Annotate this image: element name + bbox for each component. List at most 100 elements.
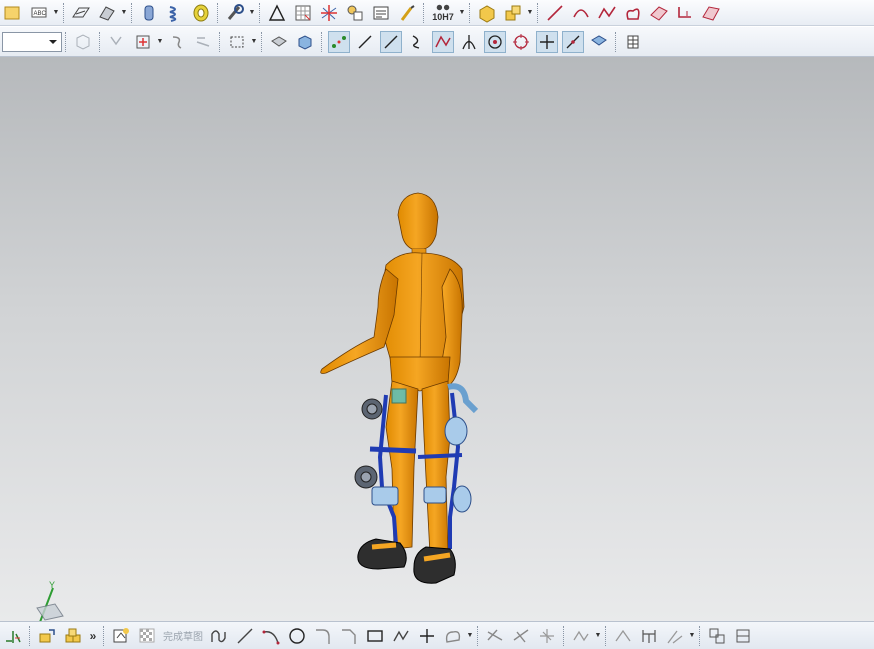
angular-dimension-icon[interactable] [664, 625, 686, 647]
mirror-curve-icon[interactable] [612, 625, 634, 647]
toolbar-separator [217, 2, 219, 23]
assembly-filter-icon[interactable] [72, 31, 94, 53]
dropdown-arrow-icon[interactable]: ▼ [466, 632, 474, 639]
toolbar-separator [63, 2, 65, 23]
toolbar-separator [219, 31, 221, 52]
project-curve-icon[interactable] [674, 2, 696, 24]
snap-quadrant-icon[interactable] [510, 31, 532, 53]
assembly-tool-icon[interactable] [224, 2, 246, 24]
polyline-icon[interactable] [596, 2, 618, 24]
dropdown-arrow-icon[interactable]: ▼ [526, 9, 534, 16]
toolbar-separator [605, 625, 607, 646]
type-filter-select[interactable] [2, 31, 62, 52]
component-array-icon[interactable] [62, 625, 84, 647]
dropdown-arrow-icon[interactable]: ▼ [120, 9, 128, 16]
make-corner-icon[interactable] [536, 625, 558, 647]
snap-endpoint-icon[interactable] [328, 30, 350, 53]
sketch-point-icon[interactable] [416, 625, 438, 647]
snap-point-on-curve-icon[interactable] [562, 30, 584, 53]
selection-toolbar: ▼ ▼ [0, 27, 874, 57]
dropdown-arrow-icon[interactable]: ▼ [248, 9, 256, 16]
component-icon[interactable] [476, 2, 498, 24]
point-set-icon[interactable] [318, 2, 340, 24]
sketch-icon[interactable] [2, 2, 24, 24]
grid-table-icon[interactable] [292, 2, 314, 24]
quick-trim-icon[interactable] [484, 625, 506, 647]
extrude-icon[interactable] [70, 2, 92, 24]
shapes-icon[interactable] [344, 2, 366, 24]
body-filter-icon[interactable] [268, 31, 290, 53]
toolbar-separator [563, 625, 565, 646]
text-annotation-icon[interactable]: ABC [28, 2, 50, 24]
snap-surface-icon[interactable] [588, 31, 610, 53]
snap-point-icon[interactable] [106, 31, 128, 53]
dropdown-arrow-icon[interactable]: ▼ [594, 632, 602, 639]
dropdown-arrow-icon[interactable]: ▼ [156, 38, 164, 45]
toolbar-overflow[interactable]: » [86, 629, 100, 643]
sketch-arc-icon[interactable] [260, 625, 282, 647]
snap-midpoint-icon[interactable] [354, 31, 376, 53]
finish-sketch-label[interactable]: 完成草图 [163, 628, 203, 643]
snap-existing-point-icon[interactable] [536, 30, 558, 53]
sketch-line-icon[interactable] [234, 625, 256, 647]
hook-icon[interactable] [166, 31, 188, 53]
triangle-icon[interactable] [266, 2, 288, 24]
triad-y-label: Y [49, 580, 55, 590]
toolbar-separator [261, 31, 263, 52]
toolbar-separator [321, 31, 323, 52]
toolbar-separator [477, 625, 479, 646]
profile-icon[interactable] [208, 625, 230, 647]
tolerance-icon[interactable]: 10H7 [430, 2, 456, 24]
constraint-icon[interactable] [2, 625, 24, 647]
finish-sketch-flag-icon[interactable] [136, 625, 158, 647]
note-icon[interactable] [370, 2, 392, 24]
revolve-icon[interactable] [96, 2, 118, 24]
line-icon[interactable] [544, 2, 566, 24]
toolbar-separator [259, 2, 261, 23]
toolbar-separator [131, 2, 133, 23]
add-point-icon[interactable] [132, 31, 154, 53]
snap-center-icon[interactable] [484, 30, 506, 53]
solid-filter-icon[interactable] [294, 31, 316, 53]
offset-curve-icon[interactable] [570, 625, 592, 647]
sketch-rectangle-icon[interactable] [364, 625, 386, 647]
toolbar-separator [29, 625, 31, 646]
table-icon[interactable] [622, 31, 644, 53]
graphics-viewport[interactable]: Y Z X [0, 57, 874, 638]
sketch-icon[interactable] [110, 625, 132, 647]
arc-icon[interactable] [570, 2, 592, 24]
quick-extend-icon[interactable] [510, 625, 532, 647]
toolbar-separator [699, 625, 701, 646]
dropdown-arrow-icon[interactable]: ▼ [250, 38, 258, 45]
curve-icon[interactable] [622, 2, 644, 24]
human-exoskeleton-model[interactable] [300, 187, 520, 587]
multi-select-icon[interactable] [192, 31, 214, 53]
fillet-icon[interactable] [312, 625, 334, 647]
dropdown-arrow-icon[interactable]: ▼ [688, 632, 696, 639]
sketch-circle-icon[interactable] [286, 625, 308, 647]
sketch-polygon-icon[interactable] [390, 625, 412, 647]
brush-icon[interactable] [396, 2, 418, 24]
component-group-icon[interactable] [502, 2, 524, 24]
sketch-spline-icon[interactable] [442, 625, 464, 647]
toolbar-separator [103, 625, 105, 646]
spring-icon[interactable] [164, 2, 186, 24]
geometric-constraint-icon[interactable] [706, 625, 728, 647]
dropdown-arrow-icon[interactable]: ▼ [458, 9, 466, 16]
snap-curve-icon[interactable] [406, 31, 428, 53]
move-component-icon[interactable] [36, 625, 58, 647]
bearing-icon[interactable] [190, 2, 212, 24]
toolbar-separator [423, 2, 425, 23]
snap-control-point-icon[interactable] [432, 30, 454, 53]
svg-text:ABC: ABC [34, 11, 47, 17]
rectangle-select-icon[interactable] [226, 31, 248, 53]
chamfer-icon[interactable] [338, 625, 360, 647]
offset-surface-icon[interactable] [700, 2, 722, 24]
dropdown-arrow-icon[interactable]: ▼ [52, 9, 60, 16]
cylinder-icon[interactable] [138, 2, 160, 24]
snap-intersection-icon[interactable] [458, 31, 480, 53]
show-constraints-icon[interactable] [732, 625, 754, 647]
dimension-icon[interactable] [638, 625, 660, 647]
surface-icon[interactable] [648, 2, 670, 24]
snap-line-icon[interactable] [380, 30, 402, 53]
